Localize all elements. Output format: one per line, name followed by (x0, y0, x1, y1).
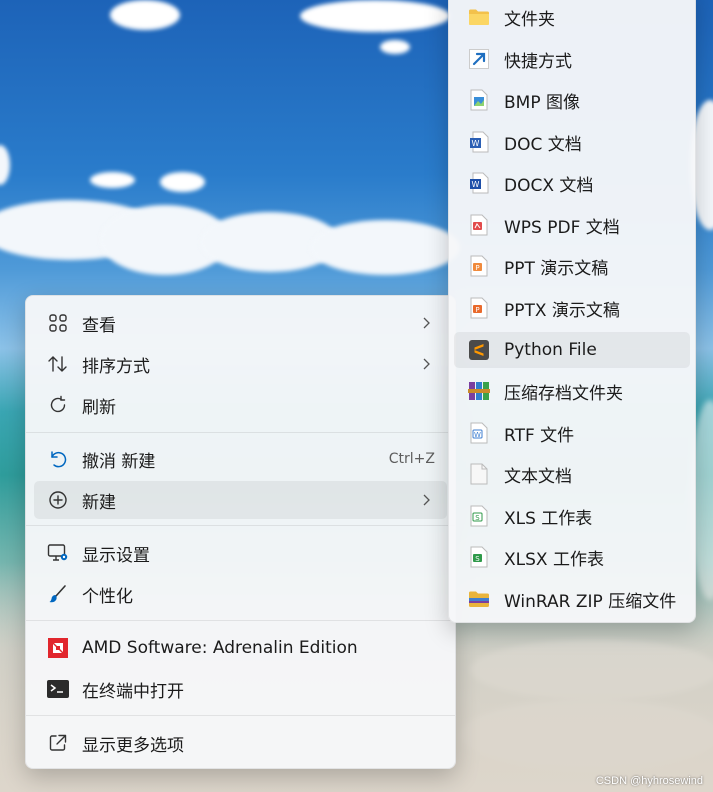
submenu-item-label: 文件夹 (504, 9, 555, 30)
submenu-item-label: DOC 文档 (504, 134, 582, 155)
menu-item-label: 个性化 (82, 586, 133, 607)
menu-separator (26, 620, 455, 621)
sort-arrows-icon (46, 352, 70, 376)
svg-text:W: W (474, 431, 481, 439)
svg-text:P: P (475, 306, 479, 314)
pptx-icon: P (468, 297, 490, 319)
word-docx-icon: W (468, 172, 490, 194)
submenu-item-xls[interactable]: S XLS 工作表 (454, 498, 690, 534)
menu-item-new[interactable]: 新建 (34, 481, 447, 519)
submenu-item-label: DOCX 文档 (504, 175, 594, 196)
terminal-icon (46, 677, 70, 701)
chevron-right-icon (423, 317, 430, 329)
submenu-item-rtf[interactable]: W RTF 文件 (454, 415, 690, 451)
menu-item-label: 在终端中打开 (82, 681, 184, 702)
word-doc-icon: W (468, 131, 490, 153)
submenu-item-label: XLSX 工作表 (504, 549, 604, 570)
undo-icon (46, 447, 70, 471)
folder-icon (468, 6, 490, 28)
menu-item-open-in-terminal[interactable]: 在终端中打开 (34, 670, 447, 708)
rtf-icon: W (468, 422, 490, 444)
submenu-item-label: Python File (504, 340, 597, 360)
pdf-icon (468, 214, 490, 236)
winrar-zip-icon (468, 588, 490, 610)
menu-item-label: 查看 (82, 315, 116, 336)
submenu-item-label: 快捷方式 (504, 51, 572, 72)
menu-item-amd-software[interactable]: AMD Software: Adrenalin Edition (34, 629, 447, 667)
submenu-item-label: PPTX 演示文稿 (504, 300, 620, 321)
svg-text:W: W (472, 180, 480, 189)
menu-item-undo-new[interactable]: 撤消 新建 Ctrl+Z (34, 440, 447, 478)
svg-text:S: S (475, 514, 480, 522)
menu-separator (26, 715, 455, 716)
menu-item-personalize[interactable]: 个性化 (34, 575, 447, 613)
xlsx-icon: S (468, 546, 490, 568)
show-more-options-icon (46, 731, 70, 755)
svg-text:P: P (475, 264, 479, 272)
menu-item-label: AMD Software: Adrenalin Edition (82, 638, 358, 658)
menu-item-display-settings[interactable]: 显示设置 (34, 534, 447, 572)
paintbrush-icon (46, 582, 70, 606)
submenu-item-label: PPT 演示文稿 (504, 258, 609, 279)
menu-separator (26, 525, 455, 526)
amd-logo-icon (46, 636, 70, 660)
desktop-context-menu: 查看 排序方式 刷新 撤消 新建 Ctrl+Z 新建 显示设置 个性化 AMD … (25, 295, 456, 769)
shortcut-arrow-icon (468, 48, 490, 70)
menu-item-sort-by[interactable]: 排序方式 (34, 345, 447, 383)
submenu-item-bmp-image[interactable]: BMP 图像 (454, 82, 690, 118)
menu-item-label: 排序方式 (82, 356, 150, 377)
submenu-item-label: XLS 工作表 (504, 508, 593, 529)
menu-item-view[interactable]: 查看 (34, 304, 447, 342)
submenu-item-label: WPS PDF 文档 (504, 217, 620, 238)
refresh-icon (46, 393, 70, 417)
menu-item-show-more-options[interactable]: 显示更多选项 (34, 724, 447, 762)
display-settings-icon (46, 541, 70, 565)
winrar-archive-icon (468, 380, 490, 402)
submenu-item-shortcut[interactable]: 快捷方式 (454, 41, 690, 77)
submenu-item-text-document[interactable]: 文本文档 (454, 456, 690, 492)
menu-item-label: 新建 (82, 492, 116, 513)
submenu-item-wps-pdf[interactable]: WPS PDF 文档 (454, 207, 690, 243)
submenu-item-compressed-folder[interactable]: 压缩存档文件夹 (454, 373, 690, 409)
submenu-item-doc[interactable]: W DOC 文档 (454, 124, 690, 160)
xls-icon: S (468, 505, 490, 527)
menu-item-label: 显示设置 (82, 545, 150, 566)
submenu-item-docx[interactable]: W DOCX 文档 (454, 165, 690, 201)
text-document-icon (468, 463, 490, 485)
svg-text:S: S (475, 555, 480, 563)
ppt-icon: P (468, 255, 490, 277)
submenu-item-pptx[interactable]: P PPTX 演示文稿 (454, 290, 690, 326)
submenu-item-folder[interactable]: 文件夹 (454, 0, 690, 35)
submenu-item-label: 压缩存档文件夹 (504, 383, 623, 404)
submenu-item-label: RTF 文件 (504, 425, 575, 446)
submenu-item-label: BMP 图像 (504, 92, 580, 113)
chevron-right-icon (423, 494, 430, 506)
menu-item-label: 刷新 (82, 397, 116, 418)
menu-item-label: 撤消 新建 (82, 451, 156, 472)
menu-item-label: 显示更多选项 (82, 735, 184, 756)
new-plus-icon (46, 488, 70, 512)
new-submenu: 文件夹 快捷方式 BMP 图像 W DOC 文档 W DOCX 文档 WPS P… (448, 0, 696, 623)
submenu-item-winrar-zip[interactable]: WinRAR ZIP 压缩文件 (454, 581, 690, 617)
submenu-item-ppt[interactable]: P PPT 演示文稿 (454, 248, 690, 284)
bmp-image-icon (468, 89, 490, 111)
svg-text:W: W (472, 139, 480, 148)
submenu-item-xlsx[interactable]: S XLSX 工作表 (454, 539, 690, 575)
sublime-python-icon (468, 339, 490, 361)
submenu-item-label: WinRAR ZIP 压缩文件 (504, 591, 677, 612)
menu-separator (26, 432, 455, 433)
shortcut-text: Ctrl+Z (388, 451, 435, 467)
grid-view-icon (46, 311, 70, 335)
chevron-right-icon (423, 358, 430, 370)
menu-item-refresh[interactable]: 刷新 (34, 386, 447, 424)
watermark-text: CSDN @hyhrosewind (595, 775, 703, 787)
submenu-item-python-file[interactable]: Python File (454, 332, 690, 368)
submenu-item-label: 文本文档 (504, 466, 572, 487)
